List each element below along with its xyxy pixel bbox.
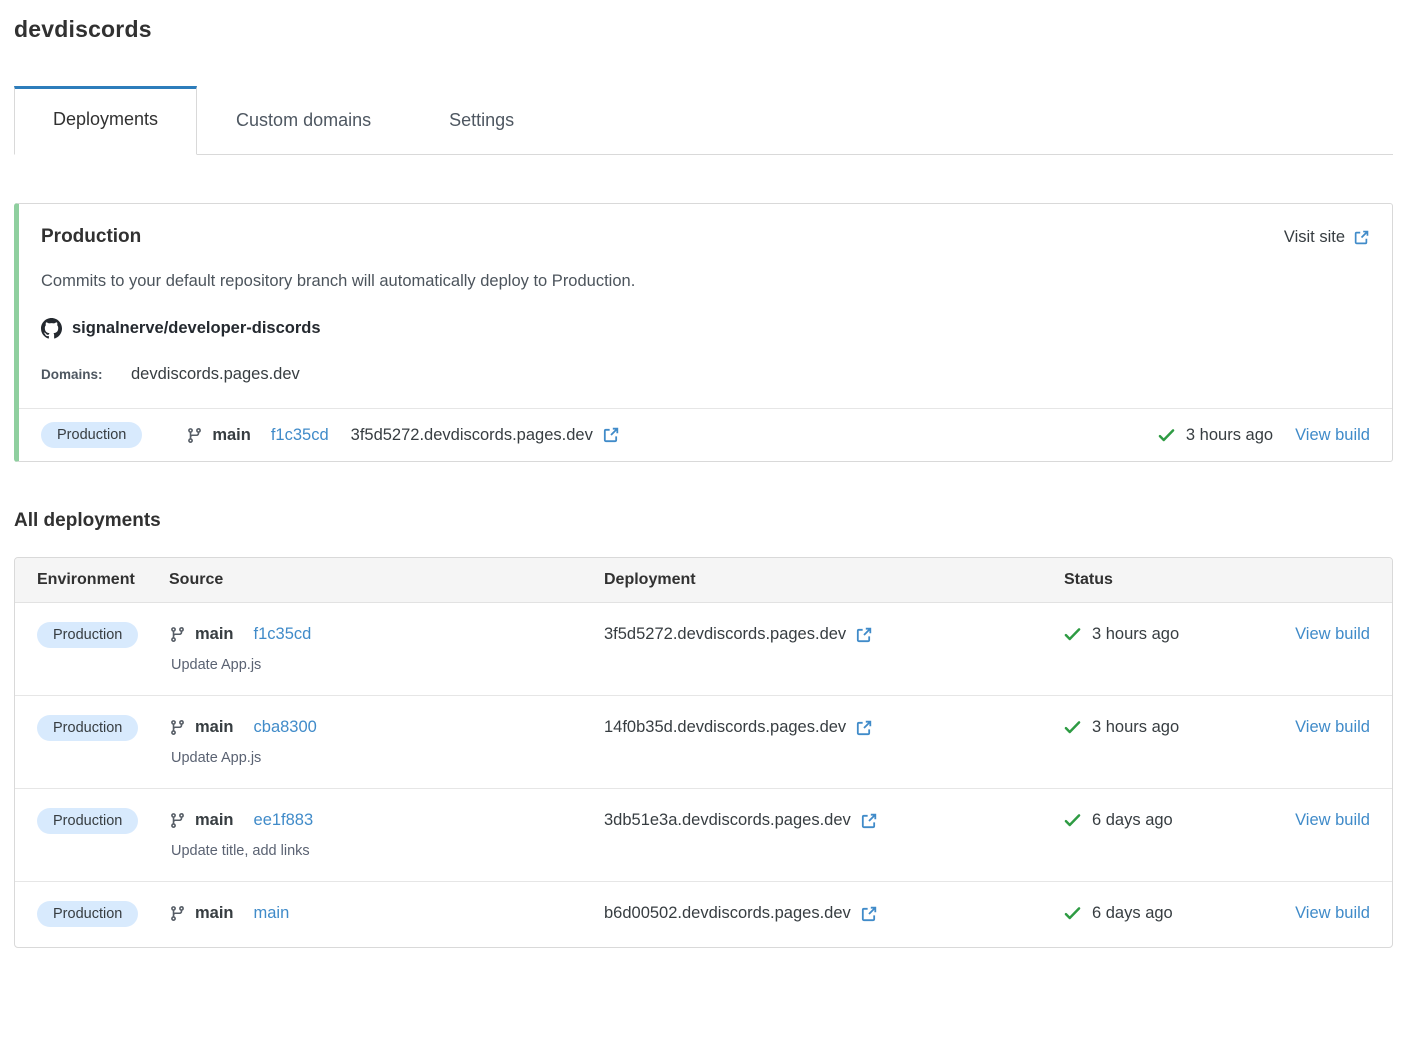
column-header-environment: Environment — [37, 571, 169, 589]
visit-site-label: Visit site — [1284, 228, 1345, 247]
deployment-url: 14f0b35d.devdiscords.pages.dev — [604, 718, 846, 737]
external-link-icon[interactable] — [602, 426, 620, 444]
status-time: 3 hours ago — [1092, 718, 1179, 737]
table-row: Production main cba8300 Update App.js 14… — [15, 695, 1392, 788]
production-description: Commits to your default repository branc… — [41, 272, 1370, 291]
view-build-link[interactable]: View build — [1295, 426, 1370, 445]
environment-badge: Production — [41, 422, 142, 448]
status-time: 3 hours ago — [1092, 625, 1179, 644]
environment-badge: Production — [37, 901, 138, 927]
branch-name: main — [195, 625, 234, 644]
table-row: Production main ee1f883 Update title, ad… — [15, 788, 1392, 881]
check-icon — [1064, 626, 1081, 643]
git-branch-icon — [186, 427, 203, 444]
view-build-link[interactable]: View build — [1295, 904, 1370, 923]
external-link-icon[interactable] — [860, 905, 878, 923]
branch-name: main — [195, 904, 234, 923]
deployment-url: b6d00502.devdiscords.pages.dev — [604, 904, 851, 923]
check-icon — [1064, 812, 1081, 829]
status-time: 3 hours ago — [1186, 426, 1273, 445]
git-branch-icon — [169, 719, 186, 736]
table-row: Production main main b6d00502.devdiscord… — [15, 881, 1392, 947]
commit-link[interactable]: main — [254, 904, 290, 923]
production-card-title: Production — [41, 226, 141, 248]
git-branch-icon — [169, 812, 186, 829]
production-card: Production Visit site Commits to your de… — [14, 203, 1393, 462]
deployment-url: 3f5d5272.devdiscords.pages.dev — [351, 426, 593, 445]
status-time: 6 days ago — [1092, 811, 1173, 830]
deployment-url: 3db51e3a.devdiscords.pages.dev — [604, 811, 851, 830]
git-branch-icon — [169, 905, 186, 922]
tab-custom-domains[interactable]: Custom domains — [197, 87, 410, 155]
column-header-deployment: Deployment — [604, 571, 1064, 589]
column-header-source: Source — [169, 571, 604, 589]
all-deployments-title: All deployments — [14, 510, 1393, 532]
external-link-icon[interactable] — [855, 626, 873, 644]
commit-message: Update title, add links — [169, 843, 604, 859]
domains-value: devdiscords.pages.dev — [131, 365, 300, 384]
deployments-table: Environment Source Deployment Status Pro… — [14, 557, 1393, 948]
branch-name: main — [195, 811, 234, 830]
view-build-link[interactable]: View build — [1295, 625, 1370, 644]
environment-badge: Production — [37, 622, 138, 648]
check-icon — [1064, 905, 1081, 922]
git-branch-icon — [169, 626, 186, 643]
branch-name: main — [212, 426, 251, 445]
external-link-icon[interactable] — [855, 719, 873, 737]
repo-name: signalnerve/developer-discords — [72, 319, 321, 338]
table-row: Production main f1c35cd Update App.js 3f… — [15, 603, 1392, 695]
status-time: 6 days ago — [1092, 904, 1173, 923]
visit-site-link[interactable]: Visit site — [1284, 228, 1370, 247]
tab-deployments[interactable]: Deployments — [14, 86, 197, 155]
environment-badge: Production — [37, 808, 138, 834]
view-build-link[interactable]: View build — [1295, 811, 1370, 830]
commit-message: Update App.js — [169, 750, 604, 766]
production-deployment-row: Production main f1c35cd 3f5d5272.devdisc… — [19, 408, 1392, 461]
commit-message: Update App.js — [169, 657, 604, 673]
check-icon — [1158, 427, 1175, 444]
column-header-status: Status — [1064, 571, 1370, 589]
commit-link[interactable]: f1c35cd — [271, 426, 329, 445]
tab-bar: Deployments Custom domains Settings — [14, 85, 1393, 155]
page-title: devdiscords — [14, 16, 1393, 43]
view-build-link[interactable]: View build — [1295, 718, 1370, 737]
commit-link[interactable]: ee1f883 — [254, 811, 314, 830]
environment-badge: Production — [37, 715, 138, 741]
external-link-icon[interactable] — [860, 812, 878, 830]
deployment-url: 3f5d5272.devdiscords.pages.dev — [604, 625, 846, 644]
check-icon — [1064, 719, 1081, 736]
github-icon — [41, 318, 62, 339]
external-link-icon — [1353, 229, 1370, 246]
domains-label: Domains: — [41, 367, 131, 382]
commit-link[interactable]: cba8300 — [254, 718, 317, 737]
table-header: Environment Source Deployment Status — [15, 558, 1392, 603]
branch-name: main — [195, 718, 234, 737]
commit-link[interactable]: f1c35cd — [254, 625, 312, 644]
tab-settings[interactable]: Settings — [410, 87, 553, 155]
